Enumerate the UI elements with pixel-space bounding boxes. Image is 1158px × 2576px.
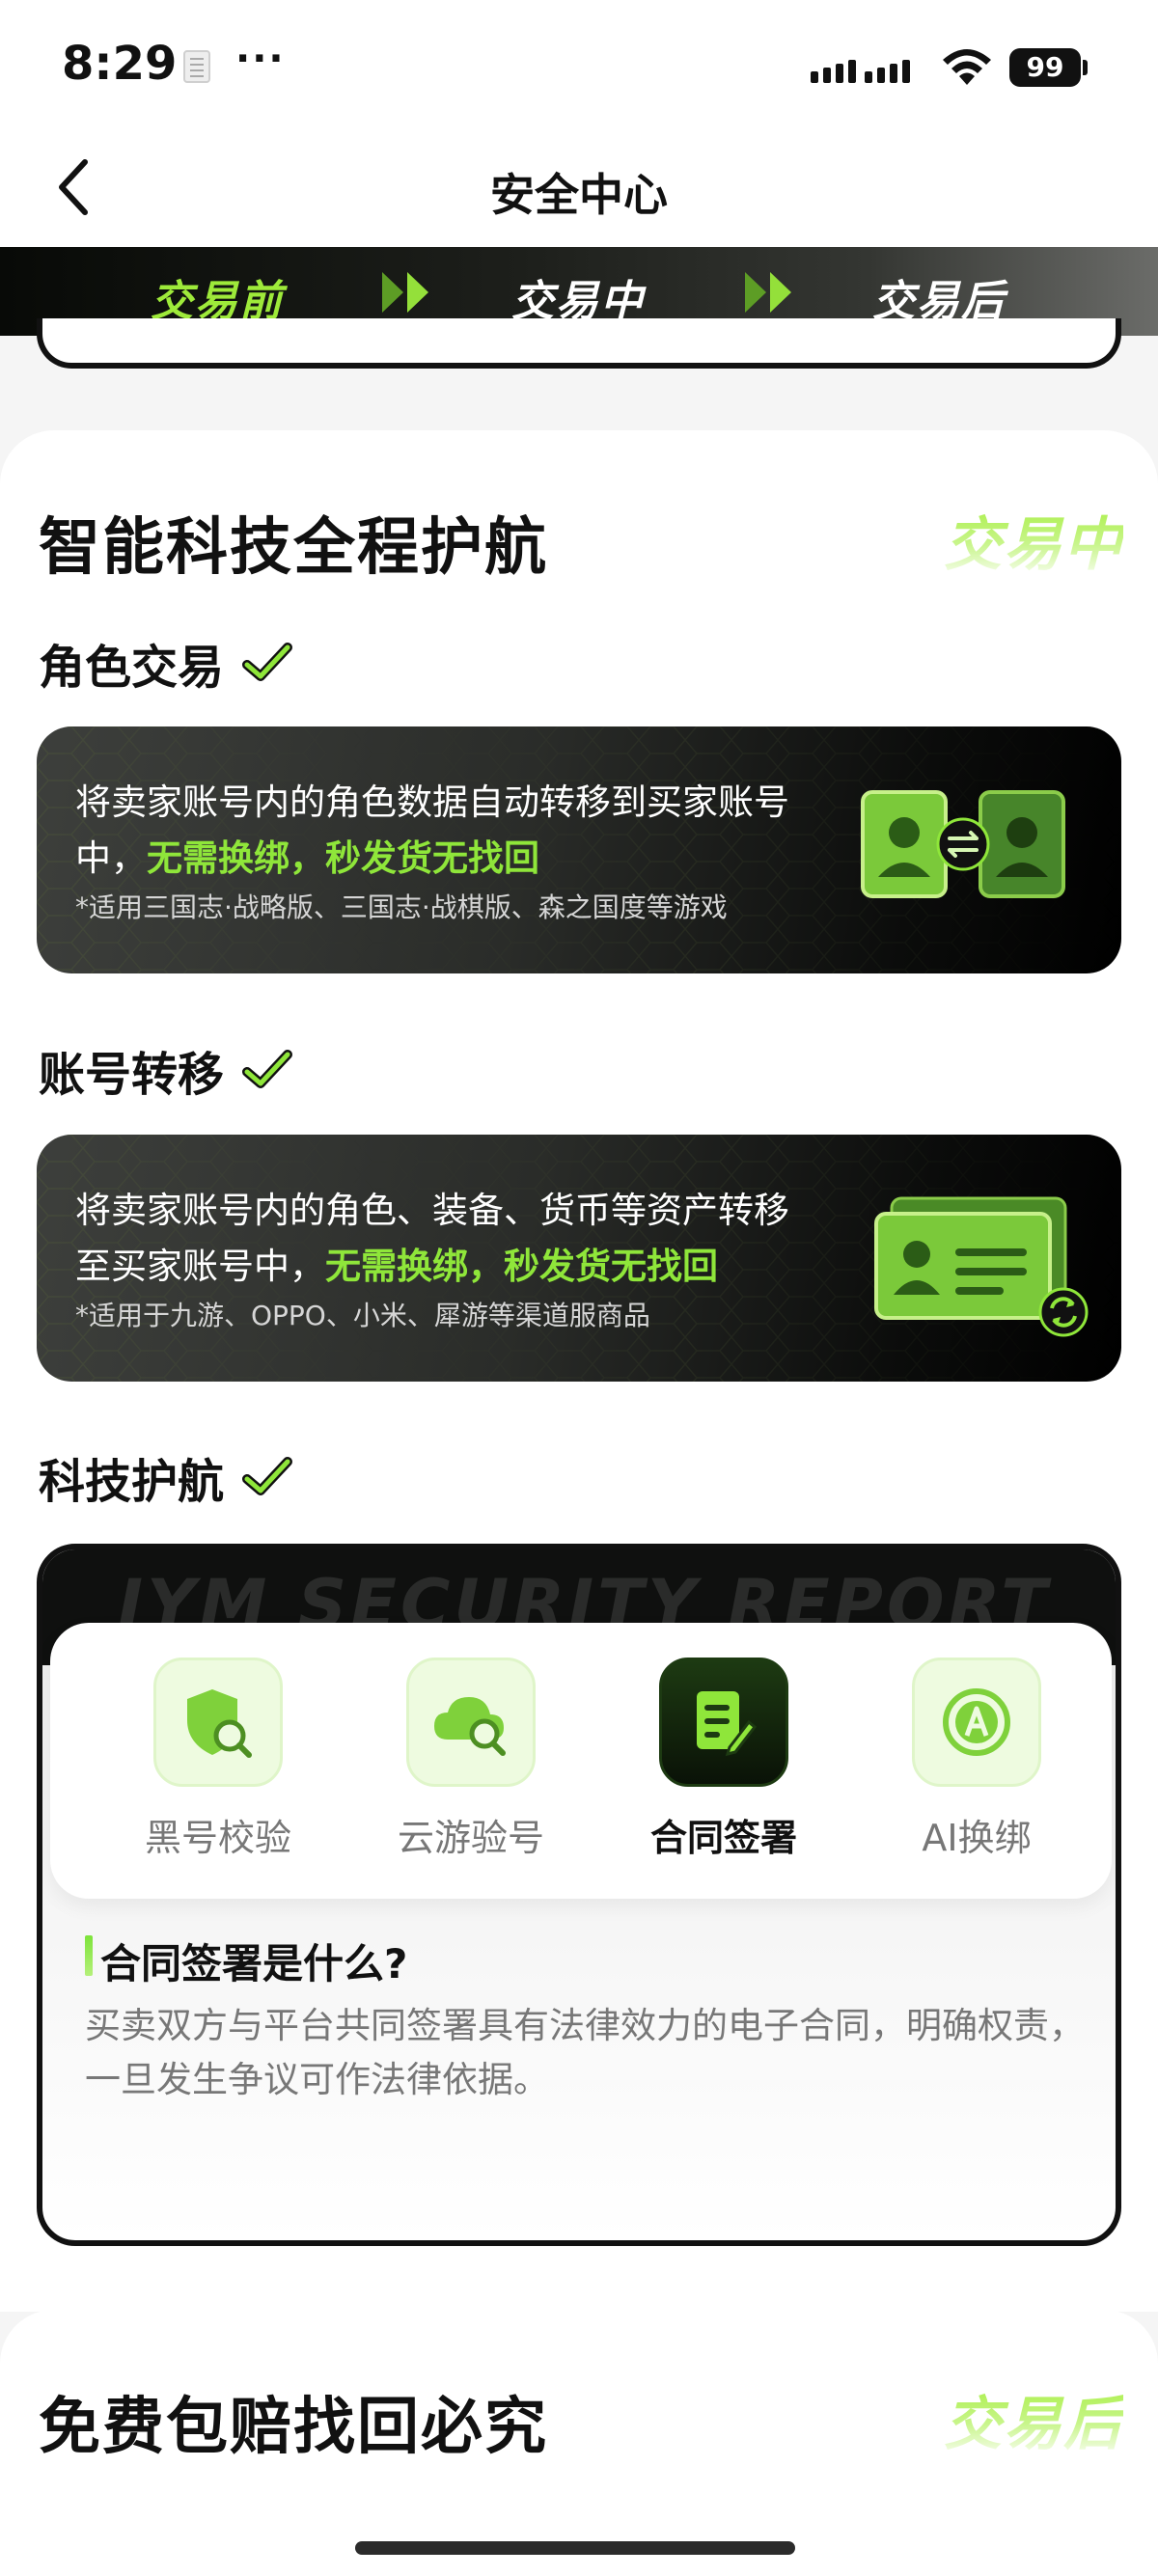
tech-protection-heading: 科技护航	[39, 1443, 293, 1511]
account-transfer-desc-prefix: 至买家账号中，	[75, 1246, 325, 1287]
tool-contract-sign[interactable]: 合同签署	[637, 1658, 811, 1861]
section-title: 免费包赔找回必究	[39, 2392, 548, 2463]
role-trade-highlight: 无需换绑，秒发货无找回	[147, 837, 539, 879]
status-bar: 8:29 ··· 99	[0, 0, 1158, 135]
role-trade-heading-label: 角色交易	[39, 641, 225, 695]
page-title: 安全中心	[490, 169, 668, 221]
news-app-icon	[183, 50, 210, 83]
role-trade-note: *适用三国志·战略版、三国志·战棋版、森之国度等游戏	[75, 891, 728, 923]
qa-body: 买卖双方与平台共同签署具有法律效力的电子合同，明确权责，一旦发生争议可作法律依据…	[85, 2005, 1085, 2100]
section-after-trade: 免费包赔找回必究 交易后	[0, 2310, 1158, 2576]
battery-tip	[1083, 60, 1088, 75]
account-transfer-desc-line2: 至买家账号中，无需换绑，秒发货无找回	[75, 1237, 718, 1289]
tool-black-account-check[interactable]: 黑号校验	[131, 1658, 305, 1861]
wifi-icon	[943, 49, 991, 85]
account-transfer-note: *适用于九游、OPPO、小米、犀游等渠道服商品	[75, 1300, 650, 1331]
contract-sign-icon	[697, 1691, 758, 1757]
checkmark-icon	[242, 1457, 293, 1495]
role-trade-desc-line2: 中，无需换绑，秒发货无找回	[75, 829, 539, 881]
cellular-signal-icon	[811, 54, 926, 83]
double-chevron-icon	[745, 272, 791, 313]
tool-icon-box	[406, 1658, 536, 1787]
double-chevron-icon	[382, 272, 428, 313]
nav-bar: 安全中心	[0, 135, 1158, 247]
ai-rebind-icon	[943, 1688, 1010, 1756]
tool-cloud-verify[interactable]: 云游验号	[384, 1658, 558, 1861]
account-transfer-desc-line1: 将卖家账号内的角色、装备、货币等资产转移	[75, 1190, 789, 1231]
more-notifications-icon: ···	[235, 37, 286, 81]
qa-title: 合同签署是什么?	[100, 1940, 408, 1987]
tech-protection-heading-label: 科技护航	[39, 1455, 225, 1509]
account-transfer-heading-label: 账号转移	[39, 1048, 225, 1102]
battery-icon: 99	[1009, 48, 1081, 87]
qa-accent-bar	[85, 1935, 93, 1976]
tool-label-active: 合同签署	[649, 1817, 797, 1859]
shield-search-icon	[187, 1689, 252, 1758]
tool-icon-box	[912, 1658, 1041, 1787]
section-title: 智能科技全程护航	[39, 512, 548, 584]
tool-label: 黑号校验	[144, 1817, 291, 1859]
status-time: 8:29	[62, 37, 178, 91]
tool-ai-rebind[interactable]: AI换绑	[890, 1658, 1063, 1861]
account-card-transfer-icon	[874, 1196, 1089, 1337]
tech-tools-panel: 黑号校验 云游验号 合同签署 AI换绑	[50, 1623, 1112, 1899]
role-trade-desc-prefix: 中，	[75, 837, 147, 879]
role-trade-card: 将卖家账号内的角色数据自动转移到买家账号 中，无需换绑，秒发货无找回 *适用三国…	[37, 726, 1121, 973]
tool-icon-box-active	[659, 1658, 788, 1787]
tool-label: AI换绑	[922, 1817, 1032, 1859]
checkmark-icon	[242, 1050, 293, 1088]
tool-label: 云游验号	[397, 1817, 544, 1859]
role-trade-desc-line1: 将卖家账号内的角色数据自动转移到买家账号	[75, 781, 789, 823]
role-swap-icon	[861, 790, 1065, 898]
account-transfer-heading: 账号转移	[39, 1036, 293, 1104]
cloud-search-icon	[434, 1697, 506, 1756]
previous-card-bottom	[37, 318, 1121, 369]
role-trade-heading: 角色交易	[39, 629, 293, 697]
section-tag: 交易中	[944, 498, 1123, 582]
home-indicator	[355, 2541, 795, 2555]
tool-icon-box	[153, 1658, 283, 1787]
section-tag: 交易后	[944, 2377, 1123, 2461]
account-transfer-highlight: 无需换绑，秒发货无找回	[325, 1246, 718, 1287]
tech-protection-card: IYM SECURITY REPORT 黑号校验 云游验号 合同签署 AI换绑 …	[37, 1544, 1121, 2246]
checkmark-icon	[242, 643, 293, 681]
account-transfer-card: 将卖家账号内的角色、装备、货币等资产转移 至买家账号中，无需换绑，秒发货无找回 …	[37, 1135, 1121, 1382]
